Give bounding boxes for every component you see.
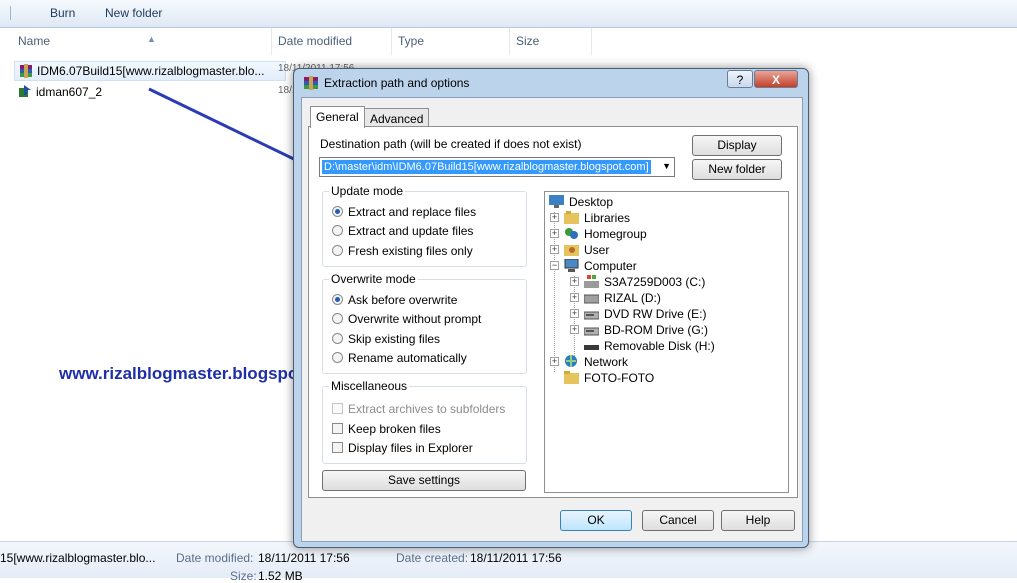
tree-label: RIZAL (D:) [604,291,661,305]
expand-icon[interactable]: + [550,213,559,222]
expand-icon[interactable]: + [550,357,559,366]
tree-label: Homegroup [584,227,647,241]
dialog-client: General Advanced Destination path (will … [301,97,803,542]
cancel-button[interactable]: Cancel [642,510,714,531]
radio-indicator[interactable] [332,225,343,236]
option-label: Display files in Explorer [348,441,473,455]
tab-advanced[interactable]: Advanced [364,108,430,128]
computer-icon [564,259,579,272]
windows-drive-icon [584,275,599,288]
expand-icon[interactable]: + [570,293,579,302]
expand-icon[interactable]: + [570,309,579,318]
details-size-value: 1.52 MB [258,569,303,583]
option-label: Keep broken files [348,422,441,436]
miscellaneous-group: Miscellaneous Extract archives to subfol… [322,379,527,464]
checkbox-indicator[interactable] [332,423,343,434]
dialog-titlebar[interactable]: Extraction path and options ? X [294,69,808,97]
tree-label: Removable Disk (H:) [604,339,715,353]
network-icon [565,355,577,367]
winrar-title-icon [304,76,318,90]
overwrite-mode-title: Overwrite mode [329,272,418,286]
removable-disk-icon [584,345,599,350]
general-tab-panel: Destination path (will be created if doe… [308,126,798,498]
destination-path-value: D:\master\idm\IDM6.07Build15[www.rizalbl… [322,160,651,174]
tree-label: Network [584,355,629,369]
checkbox-indicator[interactable] [332,442,343,453]
radio-indicator[interactable] [332,294,343,305]
option-label: Extract archives to subfolders [348,402,506,416]
details-modified-value: 18/11/2011 17:56 [258,551,350,565]
details-modified-label: Date modified: [176,551,254,565]
details-size-label: Size: [230,569,257,583]
collapse-icon[interactable]: − [550,261,559,270]
details-file-name: 15[www.rizalblogmaster.blo... [0,551,156,565]
tree-label: BD-ROM Drive (G:) [604,323,708,337]
checkbox-indicator [332,403,343,414]
update-mode-group: Update mode Extract and replace files Ex… [322,184,527,267]
tree-label: Desktop [569,195,614,209]
optical-drive-icon [584,327,599,336]
display-button[interactable]: Display [692,135,782,156]
user-folder-icon [564,245,579,256]
expand-icon[interactable]: + [550,229,559,238]
new-folder-button[interactable]: New folder [692,159,782,180]
miscellaneous-title: Miscellaneous [329,379,410,393]
details-created-label: Date created: [396,551,469,565]
option-label: Extract and update files [348,224,474,238]
option-label: Skip existing files [348,332,441,346]
radio-indicator[interactable] [332,206,343,217]
title-close-button[interactable]: X [754,70,798,88]
expand-icon[interactable]: + [550,245,559,254]
tree-label: User [584,243,610,257]
option-label: Extract and replace files [348,205,477,219]
hard-drive-icon [584,294,599,304]
destination-path-combo[interactable]: D:\master\idm\IDM6.07Build15[www.rizalbl… [319,157,675,177]
option-label: Ask before overwrite [348,293,458,307]
option-label: Fresh existing files only [348,244,473,258]
title-help-button[interactable]: ? [727,70,753,88]
tree-label: DVD RW Drive (E:) [604,307,707,321]
help-button[interactable]: Help [721,510,795,531]
optical-drive-icon [584,311,599,320]
tab-general[interactable]: General [310,106,365,128]
radio-indicator[interactable] [332,333,343,344]
overwrite-mode-group: Overwrite mode Ask before overwrite Over… [322,272,527,374]
tree-label: Libraries [584,211,631,225]
expand-icon[interactable]: + [570,325,579,334]
tree-label: S3A7259D003 (C:) [604,275,706,289]
dialog-title: Extraction path and options [324,76,470,90]
details-created-value: 18/11/2011 17:56 [470,551,562,565]
radio-indicator[interactable] [332,245,343,256]
extraction-dialog: Extraction path and options ? X General … [293,68,809,548]
dropdown-arrow-icon[interactable]: ▼ [662,161,671,171]
option-label: Rename automatically [348,351,467,365]
homegroup-icon [565,228,578,239]
libraries-icon [564,211,579,224]
desktop-icon [549,195,564,208]
tree-label: FOTO-FOTO [584,371,655,385]
update-mode-title: Update mode [329,184,406,198]
tree-label: Computer [584,259,637,273]
expand-icon[interactable]: + [570,277,579,286]
folder-tree[interactable]: Desktop + Libraries + Homegroup + User −… [544,191,789,493]
radio-indicator[interactable] [332,313,343,324]
destination-path-label: Destination path (will be created if doe… [320,137,582,151]
option-label: Overwrite without prompt [348,312,482,326]
save-settings-button[interactable]: Save settings [322,470,526,491]
radio-indicator[interactable] [332,352,343,363]
folder-icon [564,371,579,384]
ok-button[interactable]: OK [560,510,632,531]
